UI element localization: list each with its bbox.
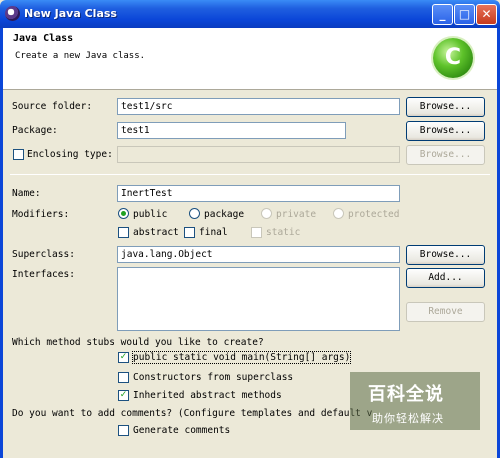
- main-method-checkbox[interactable]: ✓: [118, 352, 129, 363]
- generate-comments-label: Generate comments: [133, 425, 231, 436]
- source-folder-field[interactable]: test1/src: [117, 98, 400, 115]
- source-folder-label: Source folder:: [12, 101, 93, 112]
- comments-question: Do you want to add comments? (Configure …: [12, 408, 373, 419]
- wizard-title: Java Class: [13, 33, 74, 44]
- private-radio-label: private: [276, 209, 317, 220]
- java-class-icon: C: [433, 38, 473, 78]
- remove-interface-button[interactable]: Remove: [406, 302, 485, 322]
- enclosing-type-field[interactable]: [117, 146, 400, 163]
- static-label: static: [266, 227, 301, 238]
- package-field[interactable]: test1: [117, 122, 346, 139]
- generate-comments-checkbox[interactable]: [118, 425, 129, 436]
- separator: [10, 174, 490, 175]
- static-checkbox[interactable]: [251, 227, 262, 238]
- watermark-tagline: 助你轻松解决: [372, 412, 444, 425]
- name-label: Name:: [12, 188, 41, 199]
- private-radio[interactable]: [261, 208, 272, 219]
- main-method-label: public static void main(String[] args): [131, 351, 352, 364]
- superclass-label: Superclass:: [12, 249, 75, 260]
- protected-radio[interactable]: [333, 208, 344, 219]
- wizard-description: Create a new Java class.: [15, 51, 146, 61]
- enclosing-type-checkbox[interactable]: [13, 149, 24, 160]
- add-interface-button[interactable]: Add...: [406, 268, 485, 288]
- window-title: New Java Class: [24, 7, 117, 20]
- maximize-button[interactable]: □: [454, 4, 475, 25]
- watermark-logo-text: 百科全说: [368, 384, 444, 405]
- package-label: Package:: [12, 125, 58, 136]
- window-left-border: [0, 28, 3, 458]
- constructors-label: Constructors from superclass: [133, 372, 294, 383]
- inherited-methods-checkbox[interactable]: ✓: [118, 390, 129, 401]
- abstract-checkbox[interactable]: [118, 227, 129, 238]
- close-button[interactable]: ✕: [476, 4, 497, 25]
- superclass-field[interactable]: java.lang.Object: [117, 246, 400, 263]
- superclass-browse-button[interactable]: Browse...: [406, 245, 485, 265]
- inherited-methods-label: Inherited abstract methods: [133, 390, 282, 401]
- enclosing-type-label: Enclosing type:: [27, 149, 113, 160]
- eclipse-icon: [5, 6, 20, 21]
- package-radio[interactable]: [189, 208, 200, 219]
- public-radio[interactable]: [118, 208, 129, 219]
- minimize-button[interactable]: _: [432, 4, 453, 25]
- interfaces-label: Interfaces:: [12, 269, 75, 280]
- final-label: final: [199, 227, 228, 238]
- method-stubs-question: Which method stubs would you like to cre…: [12, 337, 264, 348]
- constructors-checkbox[interactable]: [118, 372, 129, 383]
- public-radio-label: public: [133, 209, 168, 220]
- wizard-header: Java Class Create a new Java class. C: [3, 28, 497, 90]
- abstract-label: abstract: [133, 227, 179, 238]
- final-checkbox[interactable]: [184, 227, 195, 238]
- protected-radio-label: protected: [348, 209, 400, 220]
- package-browse-button[interactable]: Browse...: [406, 121, 485, 141]
- class-name-field[interactable]: InertTest: [117, 185, 400, 202]
- package-radio-label: package: [204, 209, 245, 220]
- source-folder-browse-button[interactable]: Browse...: [406, 97, 485, 117]
- modifiers-label: Modifiers:: [12, 209, 70, 220]
- interfaces-list[interactable]: [117, 267, 400, 331]
- enclosing-type-browse-button[interactable]: Browse...: [406, 145, 485, 165]
